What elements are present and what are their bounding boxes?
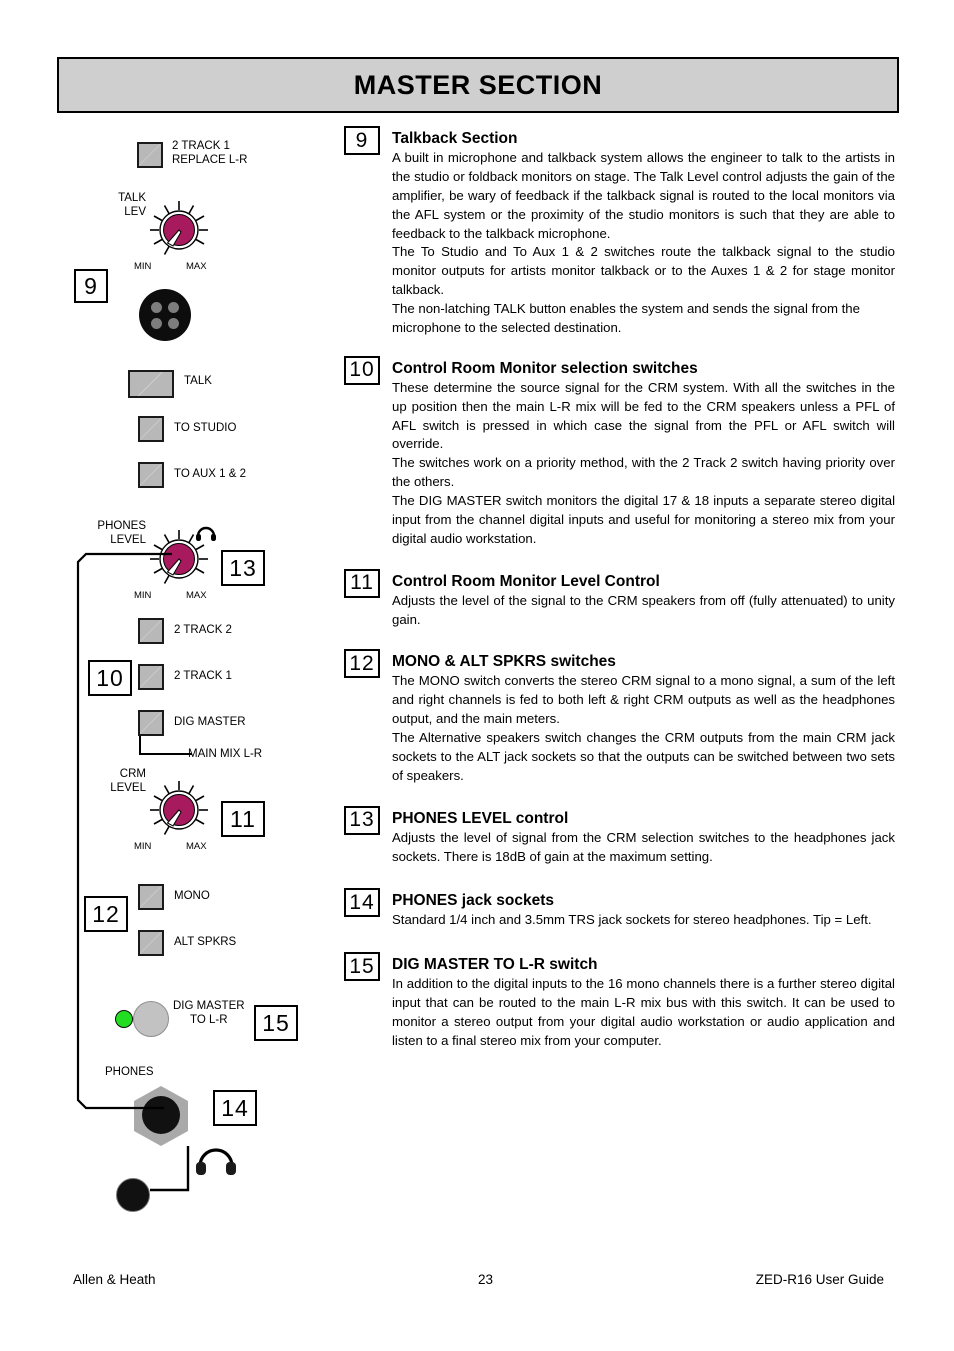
section-15-paragraph-1: In addition to the digital inputs to the… <box>392 976 895 1048</box>
section-13: 13 PHONES LEVEL control Adjusts the leve… <box>344 805 895 867</box>
section-13-paragraph-1: Adjusts the level of signal from the CRM… <box>392 829 895 864</box>
section-10: 10 Control Room Monitor selection switch… <box>344 355 895 549</box>
callout-13: 13 <box>221 550 265 586</box>
switch-to-aux-1-2[interactable] <box>138 462 164 488</box>
label-phones-level-max: MAX <box>186 590 207 601</box>
switch-to-studio[interactable] <box>138 416 164 442</box>
label-crm-level-max: MAX <box>186 841 207 852</box>
footer-page-number: 23 <box>478 1272 494 1287</box>
label-mono: MONO <box>174 890 210 902</box>
section-11-number: 11 <box>344 568 380 598</box>
section-11-paragraph-1: Adjusts the level of the signal to the C… <box>392 592 895 627</box>
section-9-paragraph-2: The To Studio and To Aux 1 & 2 switches … <box>392 244 895 298</box>
descriptions-column: 9 Talkback Section A built in microphone… <box>344 126 895 1053</box>
callout-15: 15 <box>254 1005 298 1041</box>
footer-company: Allen & Heath <box>73 1272 156 1287</box>
section-13-title: PHONES LEVEL control <box>392 809 569 827</box>
section-12: 12 MONO & ALT SPKRS switches The MONO sw… <box>344 649 895 785</box>
label-2-track-1: 2 TRACK 1 <box>174 670 232 682</box>
label-dig-master: DIG MASTER <box>174 716 246 728</box>
manual-page: MASTER SECTION 9 2 TRACK 1 REPLACE L-R T… <box>0 0 954 1351</box>
section-15-title: DIG MASTER TO L-R switch <box>392 956 598 974</box>
label-alt-spkrs: ALT SPKRS <box>174 936 237 948</box>
section-15: 15 DIG MASTER TO L-R switch In addition … <box>344 952 895 1051</box>
section-10-paragraph-3: The DIG MASTER switch monitors the digit… <box>392 493 895 546</box>
footer-document-title: ZED-R16 User Guide <box>755 1272 884 1287</box>
headphones-icon <box>195 524 217 547</box>
knob-talk-lev[interactable] <box>148 199 210 261</box>
section-12-title: MONO & ALT SPKRS switches <box>392 653 895 671</box>
section-9-number: 9 <box>344 126 380 155</box>
section-14-number: 14 <box>344 888 380 918</box>
talkback-microphone-icon <box>139 289 191 341</box>
label-talk-lev-min: MIN <box>134 261 152 272</box>
page-title-banner: MASTER SECTION <box>57 57 899 113</box>
label-dig-master-to-lr: DIG MASTER TO L-R <box>173 1000 245 1026</box>
section-12-title-rest: switches <box>546 653 616 671</box>
section-12-number: 12 <box>344 649 380 679</box>
phones-signal-bracket-line <box>76 552 172 1110</box>
page-footer: Allen & Heath 23 ZED-R16 User Guide <box>60 1272 898 1292</box>
callout-14: 14 <box>213 1090 257 1126</box>
callout-9: 9 <box>74 269 108 303</box>
section-10-title: Control Room Monitor selection switches <box>392 359 698 377</box>
callout-11: 11 <box>221 801 265 837</box>
section-9-paragraph-1: A built in microphone and talkback syste… <box>392 150 895 241</box>
label-to-studio: TO STUDIO <box>174 422 237 434</box>
section-9: 9 Talkback Section A built in microphone… <box>344 126 895 338</box>
section-14-title: PHONES jack sockets <box>392 892 554 910</box>
section-14-paragraph-1: Standard 1/4 inch and 3.5mm TRS jack soc… <box>392 912 872 928</box>
label-talk: TALK <box>184 375 212 387</box>
mini-jack-leader-line <box>150 1146 190 1192</box>
section-13-number: 13 <box>344 805 380 835</box>
section-10-paragraph-1: These determine the source signal for th… <box>392 379 895 452</box>
page-title: MASTER SECTION <box>353 69 603 100</box>
section-10-number: 10 <box>344 355 380 385</box>
section-9-paragraph-3: The non-latching TALK button enables the… <box>392 301 860 335</box>
label-talk-lev: TALK LEV <box>118 192 146 218</box>
phones-3-5mm-jack-socket[interactable] <box>116 1178 150 1212</box>
section-11: 11 Control Room Monitor Level Control Ad… <box>344 568 895 630</box>
label-2-track-1-replace-lr: 2 TRACK 1 REPLACE L-R <box>172 140 248 166</box>
label-to-aux-1-2: TO AUX 1 & 2 <box>174 468 247 480</box>
master-section-panel-diagram: 9 2 TRACK 1 REPLACE L-R TALK LEV MIN MAX… <box>60 128 380 1218</box>
label-talk-lev-max: MAX <box>186 261 207 272</box>
section-9-title: Talkback Section <box>392 130 518 147</box>
switch-2-track-1-replace-lr[interactable] <box>137 142 163 168</box>
section-12-paragraph-1: The MONO switch converts the stereo CRM … <box>392 673 895 727</box>
section-12-paragraph-2: The Alternative speakers switch changes … <box>392 730 895 783</box>
label-2-track-2: 2 TRACK 2 <box>174 624 232 636</box>
label-phones-level: PHONES LEVEL <box>97 520 146 546</box>
section-11-title: Control Room Monitor Level Control <box>392 572 660 590</box>
switch-talk[interactable] <box>128 370 174 398</box>
label-main-mix-lr: MAIN MIX L-R <box>188 748 263 760</box>
section-14: 14 PHONES jack sockets Standard 1/4 inch… <box>344 888 895 930</box>
section-15-number: 15 <box>344 952 380 982</box>
section-10-paragraph-2: The switches work on a priority method, … <box>392 455 895 490</box>
section-12-title-strong: MONO & ALT SPKRS <box>392 653 547 671</box>
